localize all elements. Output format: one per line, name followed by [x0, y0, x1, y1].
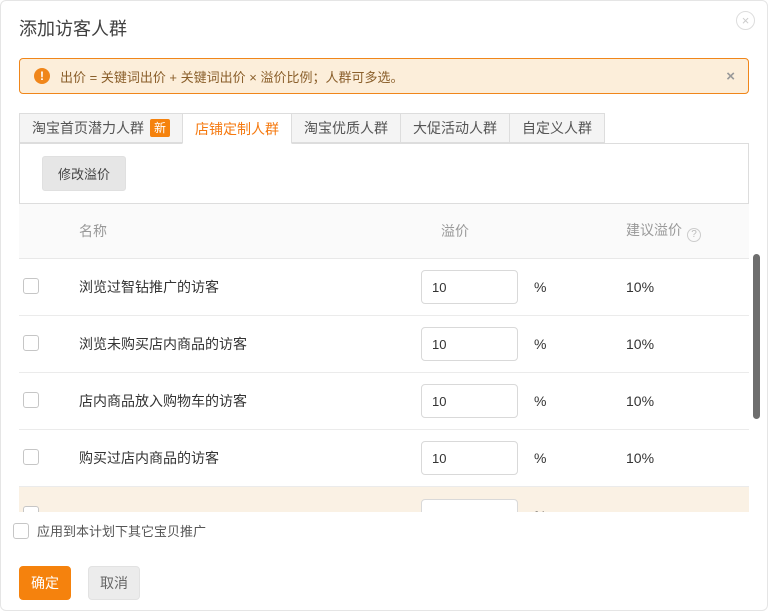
- tab-label: 店铺定制人群: [195, 119, 279, 139]
- apply-to-plan-checkbox[interactable]: [13, 523, 29, 539]
- tab-label: 淘宝首页潜力人群: [32, 118, 144, 138]
- modal-title: 添加访客人群: [19, 15, 749, 41]
- table-row: 购买过店内商品的访客 % 10%: [19, 430, 749, 487]
- premium-input[interactable]: [421, 270, 518, 304]
- premium-input[interactable]: [421, 499, 518, 513]
- column-header-premium: 溢价: [421, 221, 526, 241]
- apply-to-plan-label: 应用到本计划下其它宝贝推广: [37, 521, 206, 540]
- suggested-premium: 10%: [626, 336, 749, 352]
- add-visitor-audience-modal: 添加访客人群 × ! 出价 = 关键词出价 + 关键词出价 × 溢价比例；人群可…: [0, 0, 768, 611]
- row-checkbox[interactable]: [23, 506, 39, 512]
- help-icon[interactable]: ?: [687, 228, 701, 242]
- column-header-suggested: 建议溢价?: [626, 220, 749, 242]
- suggested-premium: 10%: [626, 393, 749, 409]
- percent-sign: %: [526, 508, 626, 513]
- warning-icon: !: [34, 68, 50, 84]
- suggested-premium: 10%: [626, 450, 749, 466]
- audience-table-body: 浏览过智钻推广的访客 % 10% 浏览未购买店内商品的访客 % 10% 店内商品…: [19, 259, 749, 512]
- new-badge: 新: [150, 119, 170, 137]
- modal-close-icon[interactable]: ×: [736, 11, 755, 30]
- confirm-button[interactable]: 确定: [19, 566, 71, 600]
- tab-shop-custom[interactable]: 店铺定制人群: [182, 113, 292, 144]
- row-checkbox[interactable]: [23, 278, 39, 294]
- bid-formula-alert: ! 出价 = 关键词出价 + 关键词出价 × 溢价比例；人群可多选。 ×: [19, 58, 749, 94]
- audience-name: 浏览未购买店内商品的访客: [79, 334, 421, 354]
- column-header-name: 名称: [79, 221, 421, 241]
- table-row: 浏览未购买店内商品的访客 % 10%: [19, 316, 749, 373]
- premium-input[interactable]: [421, 327, 518, 361]
- percent-sign: %: [526, 450, 626, 466]
- suggested-premium: 10%: [626, 279, 749, 295]
- audience-name: 浏览过智钻推广的访客: [79, 277, 421, 297]
- row-checkbox[interactable]: [23, 335, 39, 351]
- premium-input[interactable]: [421, 384, 518, 418]
- tab-custom-audience[interactable]: 自定义人群: [509, 113, 605, 143]
- audience-name: 购买过店内商品的访客: [79, 448, 421, 468]
- tab-promo-event[interactable]: 大促活动人群: [400, 113, 510, 143]
- row-checkbox[interactable]: [23, 392, 39, 408]
- alert-text: 出价 = 关键词出价 + 关键词出价 × 溢价比例；人群可多选。: [60, 67, 403, 86]
- tab-taobao-quality[interactable]: 淘宝优质人群: [291, 113, 401, 143]
- percent-sign: %: [526, 393, 626, 409]
- modify-premium-button[interactable]: 修改溢价: [42, 156, 126, 191]
- tab-taobao-homepage-potential[interactable]: 淘宝首页潜力人群 新: [19, 113, 183, 143]
- alert-close-icon[interactable]: ×: [726, 68, 735, 85]
- tab-label: 自定义人群: [522, 118, 592, 138]
- tab-content-box: 修改溢价: [19, 143, 749, 204]
- modal-footer: 确定 取消: [19, 566, 749, 600]
- audience-tabs: 淘宝首页潜力人群 新 店铺定制人群 淘宝优质人群 大促活动人群 自定义人群: [19, 113, 749, 143]
- percent-sign: %: [526, 279, 626, 295]
- row-checkbox[interactable]: [23, 449, 39, 465]
- table-header: 名称 溢价 建议溢价?: [19, 204, 749, 259]
- table-row: 浏览过智钻推广的访客 % 10%: [19, 259, 749, 316]
- cancel-button[interactable]: 取消: [88, 566, 140, 600]
- tab-label: 大促活动人群: [413, 118, 497, 138]
- apply-to-plan-row: 应用到本计划下其它宝贝推广: [13, 521, 749, 540]
- modal-header: 添加访客人群 ×: [1, 1, 767, 41]
- audience-name: 店内商品放入购物车的访客: [79, 391, 421, 411]
- tab-label: 淘宝优质人群: [304, 118, 388, 138]
- vertical-scrollbar-thumb[interactable]: [753, 254, 760, 419]
- table-row-partial: %: [19, 487, 749, 512]
- percent-sign: %: [526, 336, 626, 352]
- table-row: 店内商品放入购物车的访客 % 10%: [19, 373, 749, 430]
- premium-input[interactable]: [421, 441, 518, 475]
